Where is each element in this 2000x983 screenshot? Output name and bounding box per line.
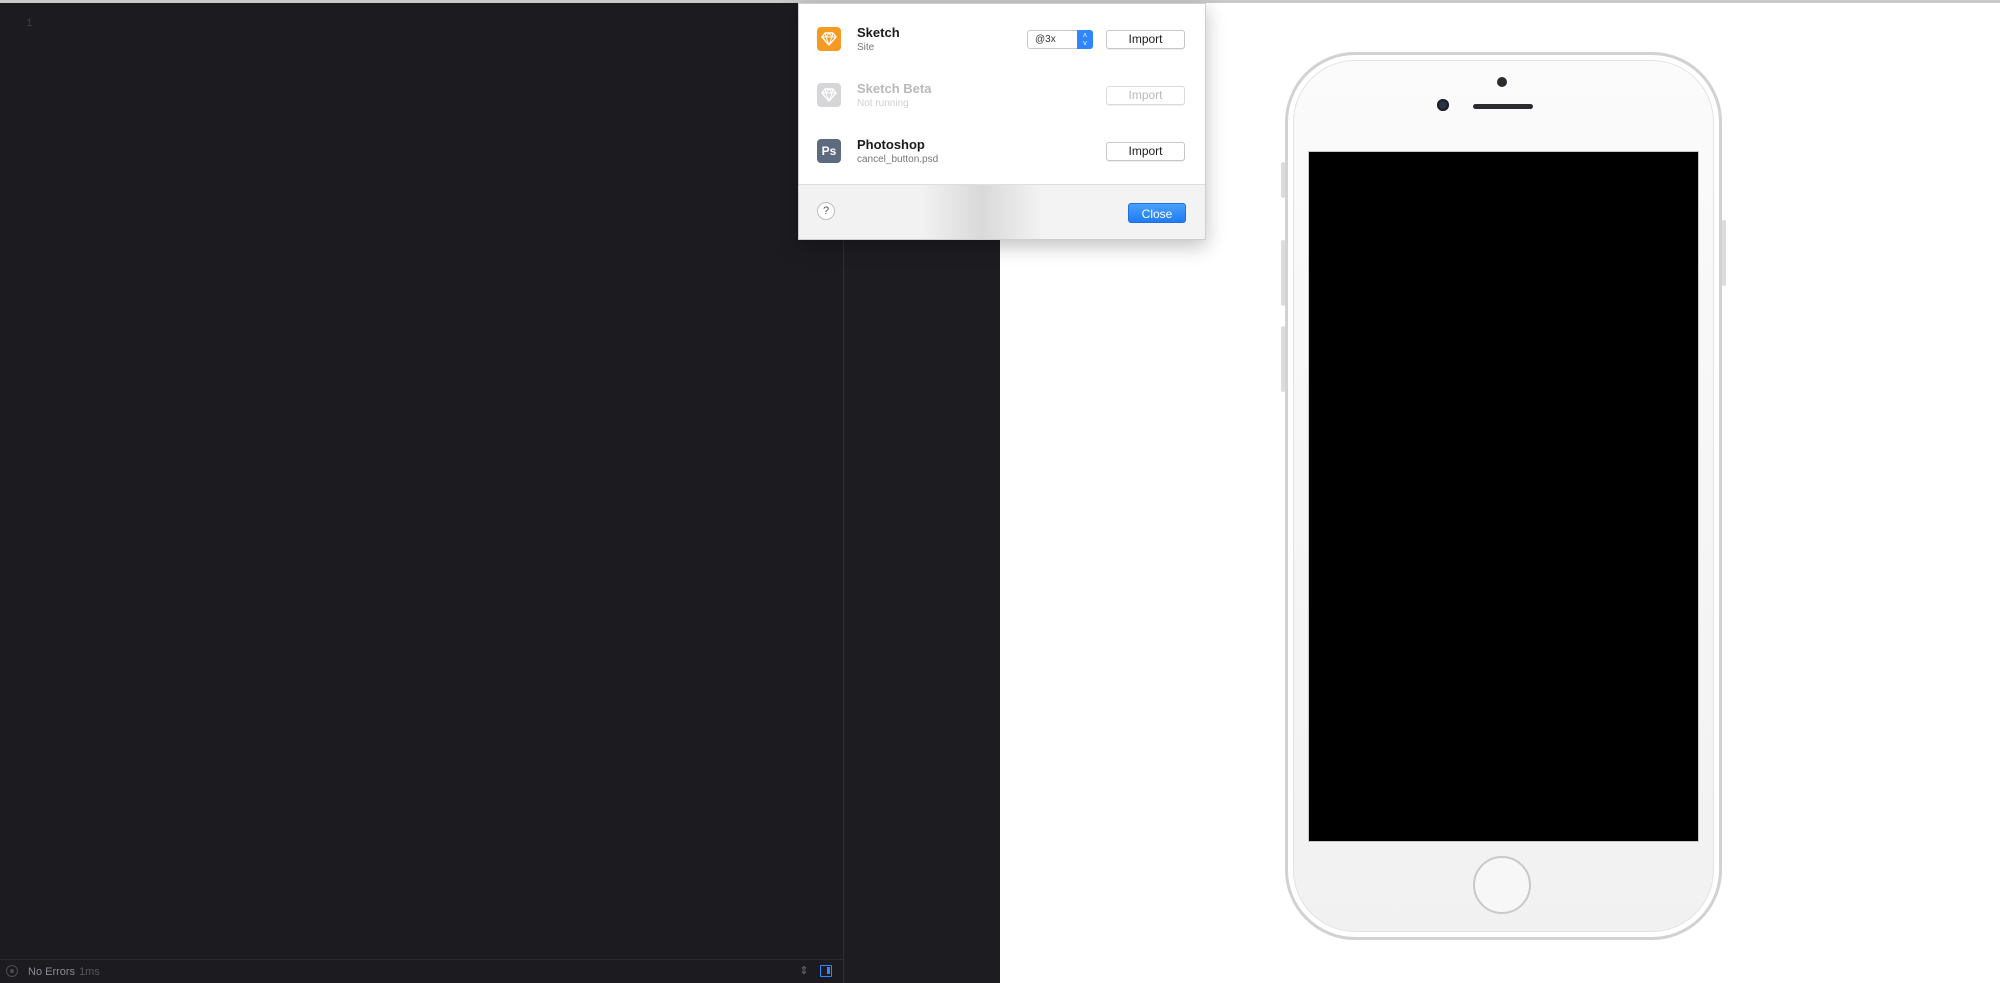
import-dialog: Sketch Site @3x ˄ ˅ Import Sketch Beta No… xyxy=(798,3,1206,240)
sketch-beta-icon xyxy=(817,83,841,107)
app-name: Sketch Beta xyxy=(857,81,932,96)
app-name: Sketch xyxy=(857,25,900,40)
device-rotate-icon[interactable]: ⇕ xyxy=(798,965,810,977)
import-button-sketch[interactable]: Import xyxy=(1106,30,1185,49)
line-number: 1 xyxy=(26,18,33,30)
import-row-sketch: Sketch Site @3x ˄ ˅ Import xyxy=(799,12,1205,68)
close-button[interactable]: Close xyxy=(1128,203,1186,223)
phone-sensor xyxy=(1437,99,1449,111)
photoshop-icon: Ps xyxy=(817,139,841,163)
status-bar: No Errors 1ms ⇕ xyxy=(0,959,843,983)
phone-speaker xyxy=(1473,104,1533,109)
status-errors: No Errors xyxy=(28,966,76,978)
phone-front-camera xyxy=(1497,77,1507,87)
app-name: Photoshop xyxy=(857,137,925,152)
phone-home-button xyxy=(1473,856,1531,914)
import-button-sketch-beta: Import xyxy=(1106,86,1185,105)
location-icon[interactable] xyxy=(6,965,18,977)
sketch-icon xyxy=(817,27,841,51)
app-window: 1 No Errors 1ms ⇕ Sketch Site @3x ˄ ˅ Im… xyxy=(0,0,2000,983)
select-stepper-icon: ˄ ˅ xyxy=(1077,30,1093,49)
device-screen[interactable] xyxy=(1308,151,1699,842)
import-row-photoshop: Ps Photoshop cancel_button.psd Import xyxy=(799,124,1205,180)
dialog-footer: ? Close xyxy=(799,184,1205,239)
help-button[interactable]: ? xyxy=(817,202,835,220)
phone-power-button xyxy=(1722,220,1726,286)
app-document: Site xyxy=(857,42,875,53)
toggle-inspector-icon[interactable] xyxy=(820,965,832,977)
status-time: 1ms xyxy=(79,966,100,978)
import-row-sketch-beta: Sketch Beta Not running Import xyxy=(799,68,1205,124)
scale-select[interactable]: @3x ˄ ˅ xyxy=(1027,30,1093,49)
code-editor[interactable]: 1 xyxy=(0,3,843,959)
app-status: Not running xyxy=(857,98,909,109)
app-document: cancel_button.psd xyxy=(857,154,939,165)
scale-value: @3x xyxy=(1035,34,1056,45)
import-button-photoshop[interactable]: Import xyxy=(1106,142,1185,161)
status-message: No Errors 1ms xyxy=(28,966,100,978)
